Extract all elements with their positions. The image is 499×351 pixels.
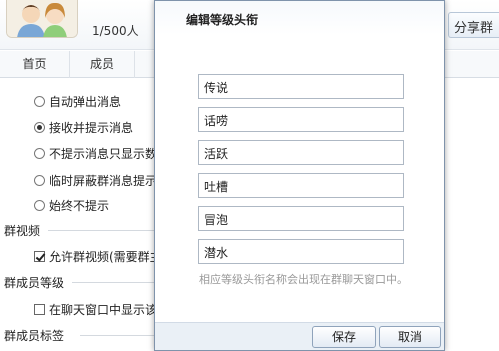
radio-label: 接收并提示消息 [49,120,134,135]
level-title-input-3[interactable]: 活跃 [198,140,404,165]
radio-button[interactable] [34,95,45,107]
radio-button[interactable] [34,174,45,186]
member-count: 1/500人 [92,24,139,38]
tab-home[interactable]: 首页 [0,51,70,78]
section-title-video: 群视频 [4,224,41,238]
radio-label: 自动弹出消息 [49,94,122,109]
checkbox-allow-video[interactable]: 允许群视频(需要群主 [34,247,162,265]
radio-receive-notify[interactable]: 接收并提示消息 [34,118,133,136]
section-title-level: 群成员等级 [4,276,65,290]
radio-button[interactable] [34,147,45,159]
radio-temp-mute[interactable]: 临时屏蔽群消息提示 [34,171,157,189]
level-title-input-1[interactable]: 传说 [198,74,404,99]
section-divider [72,282,158,283]
cancel-button[interactable]: 取消 [379,326,441,348]
radio-button-selected[interactable] [34,121,45,133]
section-divider [80,335,158,336]
radio-button[interactable] [34,199,45,211]
level-title-input-6[interactable]: 潜水 [198,239,404,264]
checkbox-show-level[interactable]: 在聊天窗口中显示该 [34,300,157,318]
tab-members[interactable]: 成员 [70,51,135,78]
radio-label: 临时屏蔽群消息提示 [49,173,158,188]
dialog-title: 编辑等级头衔 [186,13,259,27]
checkbox[interactable] [34,303,45,315]
dialog-hint: 相应等级头衔名称会出现在群聊天窗口中。 [199,273,408,286]
edit-level-titles-dialog: 编辑等级头衔 传说 话唠 活跃 吐槽 冒泡 潜水 相应等级头衔名称会出现在群聊天… [154,0,445,351]
radio-label: 不提示消息只显示数 [49,146,158,161]
share-group-button[interactable]: 分享群 [448,12,499,38]
dialog-footer: 保存 取消 [155,322,444,350]
radio-auto-popup[interactable]: 自动弹出消息 [34,92,121,110]
group-avatar[interactable] [6,0,78,38]
radio-label: 始终不提示 [49,198,110,213]
level-title-input-4[interactable]: 吐槽 [198,173,404,198]
section-title-tags: 群成员标签 [4,329,65,343]
checkbox-label: 允许群视频(需要群主 [49,249,162,264]
radio-never-notify[interactable]: 始终不提示 [34,196,109,214]
settings-panel: 自动弹出消息 接收并提示消息 不提示消息只显示数 临时屏蔽群消息提示 始终不提示… [0,78,162,351]
level-title-input-5[interactable]: 冒泡 [198,206,404,231]
level-title-input-2[interactable]: 话唠 [198,107,404,132]
section-divider [48,230,158,231]
dialog-titlebar[interactable]: 编辑等级头衔 [155,1,444,35]
radio-count-only[interactable]: 不提示消息只显示数 [34,144,157,162]
checkbox-label: 在聊天窗口中显示该 [49,302,158,317]
save-button[interactable]: 保存 [312,326,376,348]
checkbox-checked[interactable] [34,250,45,262]
